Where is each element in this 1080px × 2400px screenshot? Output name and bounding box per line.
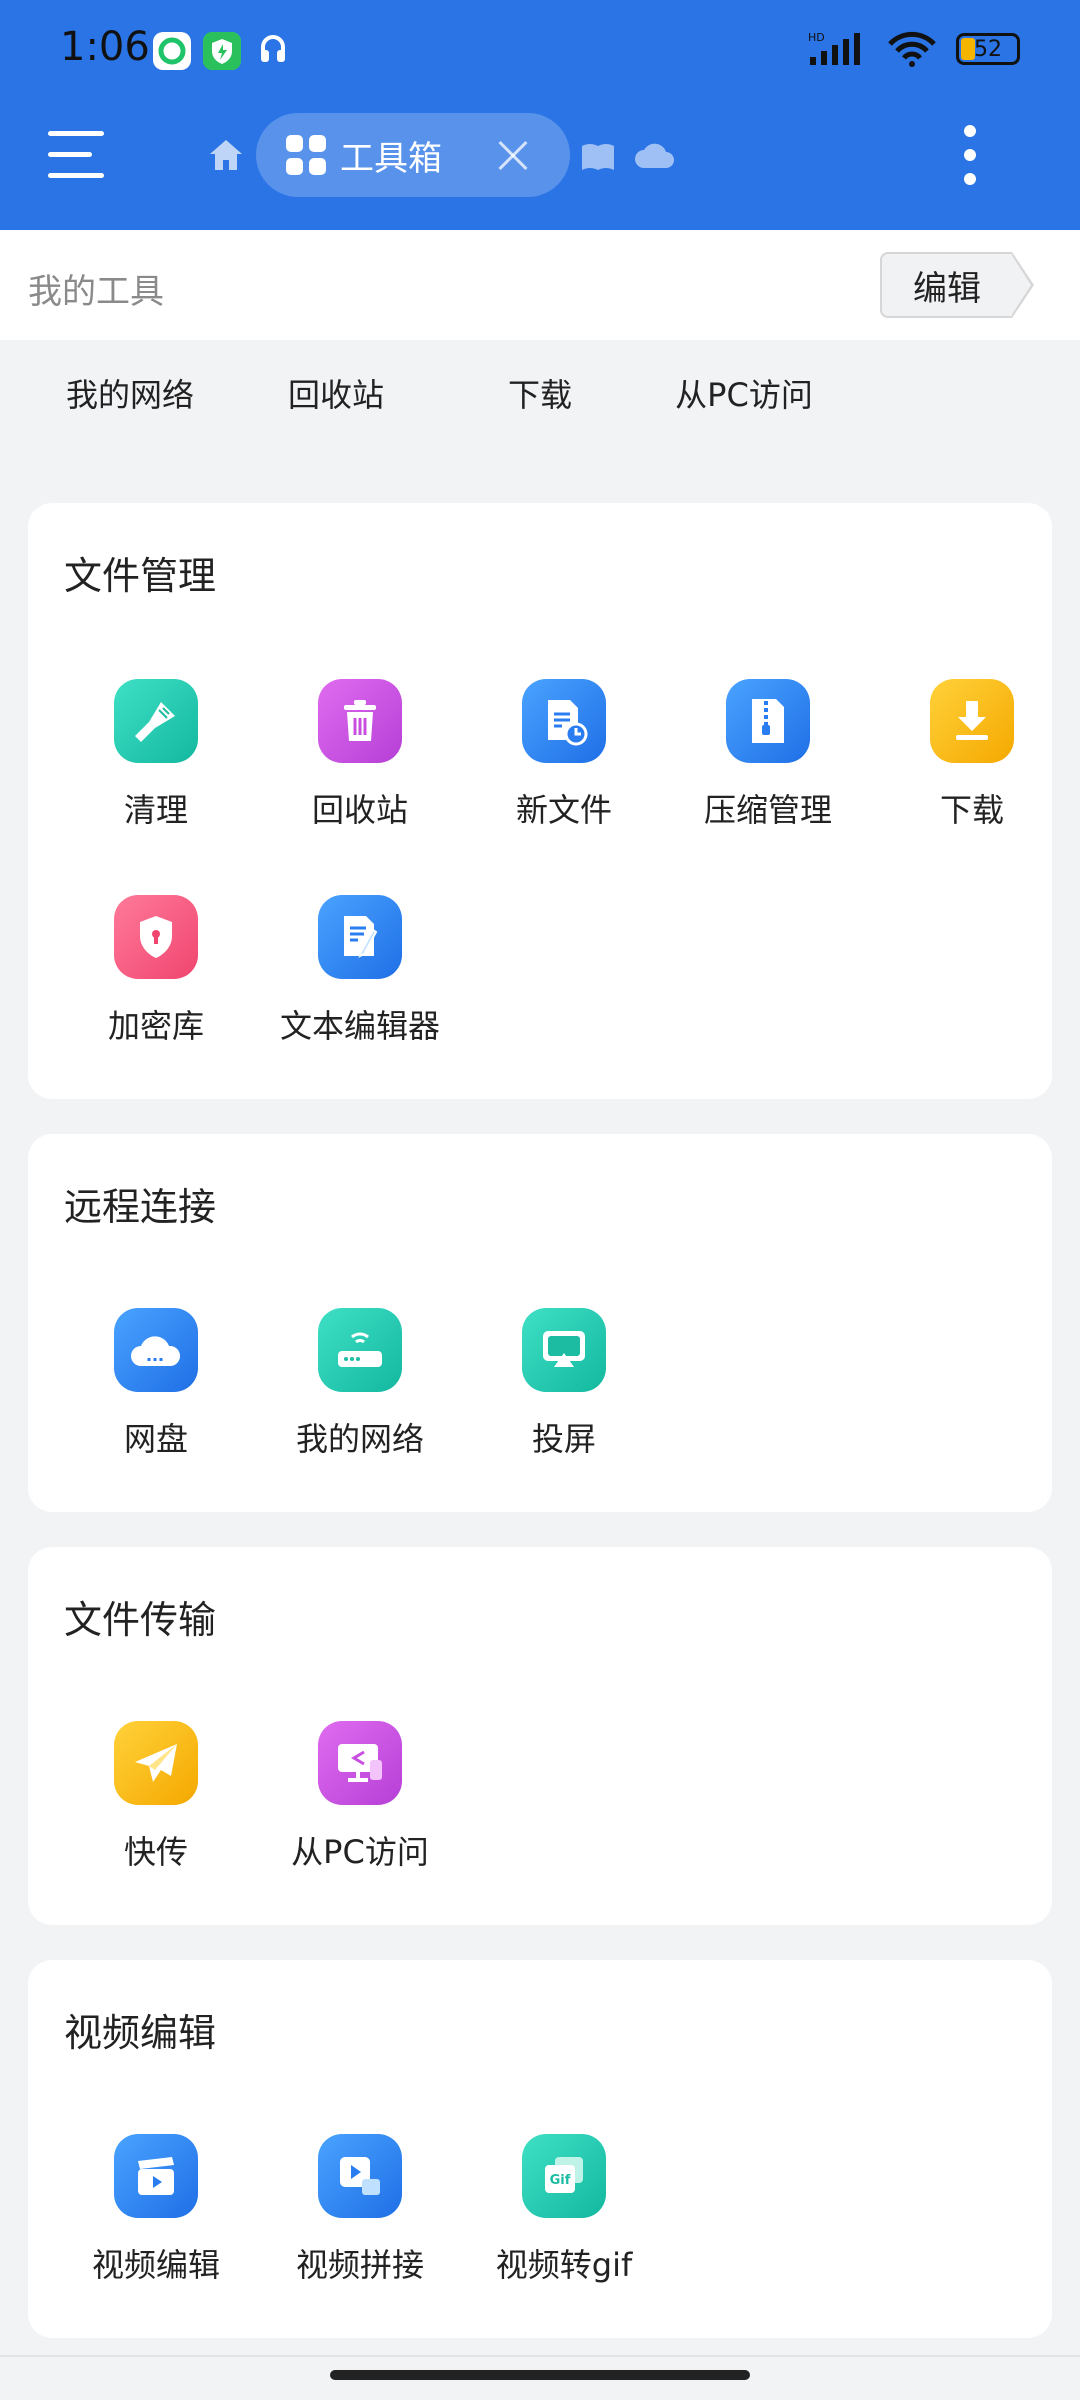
- tool-zip-manager[interactable]: 压缩管理: [666, 679, 870, 831]
- tab-toolbox[interactable]: 工具箱: [256, 113, 570, 197]
- tool-quick-transfer[interactable]: 快传: [54, 1721, 258, 1873]
- shortcut-label: 我的网络: [65, 376, 194, 414]
- tool-download[interactable]: 下载: [870, 679, 1074, 831]
- clapper-icon: [114, 2134, 198, 2218]
- trash-icon: [318, 679, 402, 763]
- tool-cloud-drive[interactable]: 网盘: [54, 1308, 258, 1460]
- gesture-home-bar[interactable]: [330, 2370, 750, 2380]
- tool-label: 网盘: [123, 1420, 188, 1458]
- new-file-icon: [522, 679, 606, 763]
- svg-text:Gif: Gif: [550, 2173, 571, 2188]
- tool-screen-cast[interactable]: 投屏: [462, 1308, 666, 1460]
- tool-video-to-gif[interactable]: Gif 视频转gif: [462, 2134, 666, 2286]
- divider: [0, 2355, 1080, 2357]
- wifi-icon: [888, 31, 936, 67]
- tool-label: 视频拼接: [295, 2246, 424, 2284]
- tool-label: 文本编辑器: [279, 1007, 440, 1045]
- battery-icon: 52: [956, 33, 1020, 65]
- tool-text-editor[interactable]: 文本编辑器: [258, 895, 462, 1047]
- menu-icon[interactable]: [48, 131, 104, 179]
- app-header: 1:06 HD 52 工具箱: [0, 0, 1080, 230]
- tab-label: 工具箱: [340, 138, 442, 179]
- tool-video-edit[interactable]: 视频编辑: [54, 2134, 258, 2286]
- tool-my-network[interactable]: 我的网络: [258, 1308, 462, 1460]
- app-notification-icon: [153, 32, 191, 70]
- remote-connection-card: 远程连接 网盘 我的网络 投屏: [28, 1134, 1052, 1512]
- shortcut-label: 下载: [507, 376, 572, 414]
- tool-label: 加密库: [107, 1007, 204, 1045]
- book-icon[interactable]: [580, 142, 616, 176]
- cast-icon: [522, 1308, 606, 1392]
- tool-encrypted-vault[interactable]: 加密库: [54, 895, 258, 1047]
- shield-lock-icon: [114, 895, 198, 979]
- section-title: 远程连接: [64, 1185, 217, 1229]
- security-notification-icon: [203, 32, 241, 70]
- more-options-icon[interactable]: [964, 125, 978, 185]
- close-tab-icon[interactable]: [494, 137, 530, 173]
- tool-video-merge[interactable]: 视频拼接: [258, 2134, 462, 2286]
- status-time: 1:06: [60, 24, 150, 70]
- tool-label: 新文件: [515, 791, 612, 829]
- cellular-signal-icon: HD: [808, 31, 860, 65]
- zip-icon: [726, 679, 810, 763]
- cloud-icon[interactable]: [634, 140, 674, 174]
- paper-plane-icon: [114, 1721, 198, 1805]
- edit-button[interactable]: 编辑: [880, 252, 1034, 318]
- file-management-card: 文件管理 清理 回收站 新文件 压缩管理 下载 加密库 文本编辑器: [28, 503, 1052, 1099]
- tool-label: 视频编辑: [91, 2246, 220, 2284]
- tool-label: 视频转gif: [495, 2246, 633, 2284]
- tool-new-file[interactable]: 新文件: [462, 679, 666, 831]
- battery-level: 52: [974, 36, 1002, 62]
- shortcut-label: 从PC访问: [675, 376, 813, 414]
- tool-label: 清理: [123, 791, 188, 829]
- my-tools-bar: 我的工具 编辑: [0, 230, 1080, 340]
- status-indicators: HD 52: [808, 30, 1020, 68]
- tool-recycle-bin[interactable]: 回收站: [258, 679, 462, 831]
- router-icon: [318, 1308, 402, 1392]
- pc-access-icon: [318, 1721, 402, 1805]
- home-icon[interactable]: [208, 138, 244, 176]
- tool-label: 下载: [939, 791, 1004, 829]
- cloud-drive-icon: [114, 1308, 198, 1392]
- tool-pc-access[interactable]: 从PC访问: [258, 1721, 462, 1873]
- my-tools-title: 我的工具: [28, 272, 164, 312]
- video-merge-icon: [318, 2134, 402, 2218]
- tool-label: 投屏: [531, 1420, 596, 1458]
- section-title: 文件传输: [64, 1598, 217, 1642]
- edit-button-label: 编辑: [913, 268, 981, 309]
- grid-icon: [286, 135, 326, 175]
- tool-clean[interactable]: 清理: [54, 679, 258, 831]
- tool-label: 快传: [123, 1833, 188, 1871]
- section-title: 文件管理: [64, 554, 217, 598]
- gif-icon: Gif: [522, 2134, 606, 2218]
- download-icon: [930, 679, 1014, 763]
- headphones-notification-icon: [258, 32, 296, 70]
- text-editor-icon: [318, 895, 402, 979]
- tool-label: 我的网络: [295, 1420, 424, 1458]
- file-transfer-card: 文件传输 快传 从PC访问: [28, 1547, 1052, 1925]
- tool-label: 从PC访问: [291, 1833, 429, 1871]
- video-editing-card: 视频编辑 视频编辑 视频拼接 Gif 视频转gif: [28, 1960, 1052, 2338]
- tool-label: 压缩管理: [703, 791, 832, 829]
- broom-icon: [114, 679, 198, 763]
- tool-label: 回收站: [311, 791, 408, 829]
- section-title: 视频编辑: [64, 2011, 217, 2055]
- svg-text:HD: HD: [808, 31, 825, 44]
- shortcut-label: 回收站: [287, 376, 384, 414]
